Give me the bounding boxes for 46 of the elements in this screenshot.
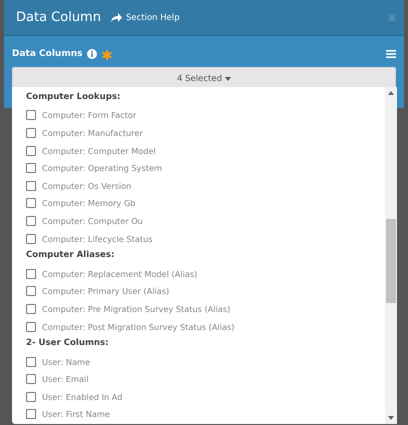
help-link-text: Section Help [126, 12, 180, 22]
checkbox[interactable] [26, 180, 36, 191]
option-label[interactable]: User: Enabled In Ad [42, 392, 122, 402]
checkbox[interactable] [26, 128, 36, 138]
checkbox[interactable] [26, 198, 36, 208]
checkbox[interactable] [26, 110, 36, 120]
checkbox[interactable] [26, 216, 36, 226]
checkbox[interactable] [26, 374, 36, 384]
option-label[interactable]: Computer: Operating System [42, 163, 162, 174]
option-label[interactable]: Computer: Replacement Model (Alias) [42, 268, 198, 279]
info-icon[interactable] [87, 49, 98, 59]
checkbox[interactable] [26, 356, 36, 367]
option-label[interactable]: Computer: Form Factor [42, 110, 136, 120]
option-label[interactable]: Computer: Memory Gb [42, 198, 136, 208]
option-label[interactable]: Computer: Computer Model [42, 146, 156, 156]
group-heading: Computer Aliases: [26, 249, 116, 262]
checkbox[interactable] [26, 146, 36, 156]
option-label[interactable]: Computer: Os Version [42, 180, 132, 191]
option-label[interactable]: User: First Name [42, 409, 110, 420]
option-label[interactable]: Computer: Lifecycle Status [42, 234, 153, 244]
option-label[interactable]: Computer: Primary User (Alias) [42, 286, 170, 296]
option-label[interactable]: Computer: Post Migration Survey Status (Alias) [42, 322, 234, 332]
option-label[interactable]: User: Name [42, 356, 90, 367]
menu-icon[interactable] [386, 50, 396, 58]
option-label[interactable]: User: Email [42, 374, 89, 384]
caret-icon [224, 76, 231, 80]
field-label: Data Columns [12, 49, 82, 59]
checkbox[interactable] [26, 322, 36, 332]
checkbox[interactable] [26, 286, 36, 296]
checkbox[interactable] [26, 392, 36, 402]
scrollbar[interactable] [385, 87, 397, 424]
scroll-down-icon[interactable] [388, 416, 394, 420]
section-help-link[interactable]: Section Help [110, 12, 180, 22]
share-arrow-icon [110, 13, 122, 22]
checkbox[interactable] [26, 409, 36, 420]
window-title: Data Column [16, 10, 101, 25]
checkbox[interactable] [26, 234, 36, 244]
option-label[interactable]: Computer: Computer Ou [42, 216, 143, 226]
checkbox[interactable] [26, 268, 36, 279]
checkbox[interactable] [26, 163, 36, 174]
group-heading: 2- User Columns: [26, 337, 110, 350]
option-label[interactable]: Computer: Manufacturer [42, 128, 143, 138]
checkbox[interactable] [26, 304, 36, 314]
group-heading: Computer Lookups: [26, 91, 122, 104]
option-label[interactable]: Computer: Pre Migration Survey Status (Alias) [42, 304, 230, 314]
scrollbar-thumb[interactable] [386, 219, 396, 303]
